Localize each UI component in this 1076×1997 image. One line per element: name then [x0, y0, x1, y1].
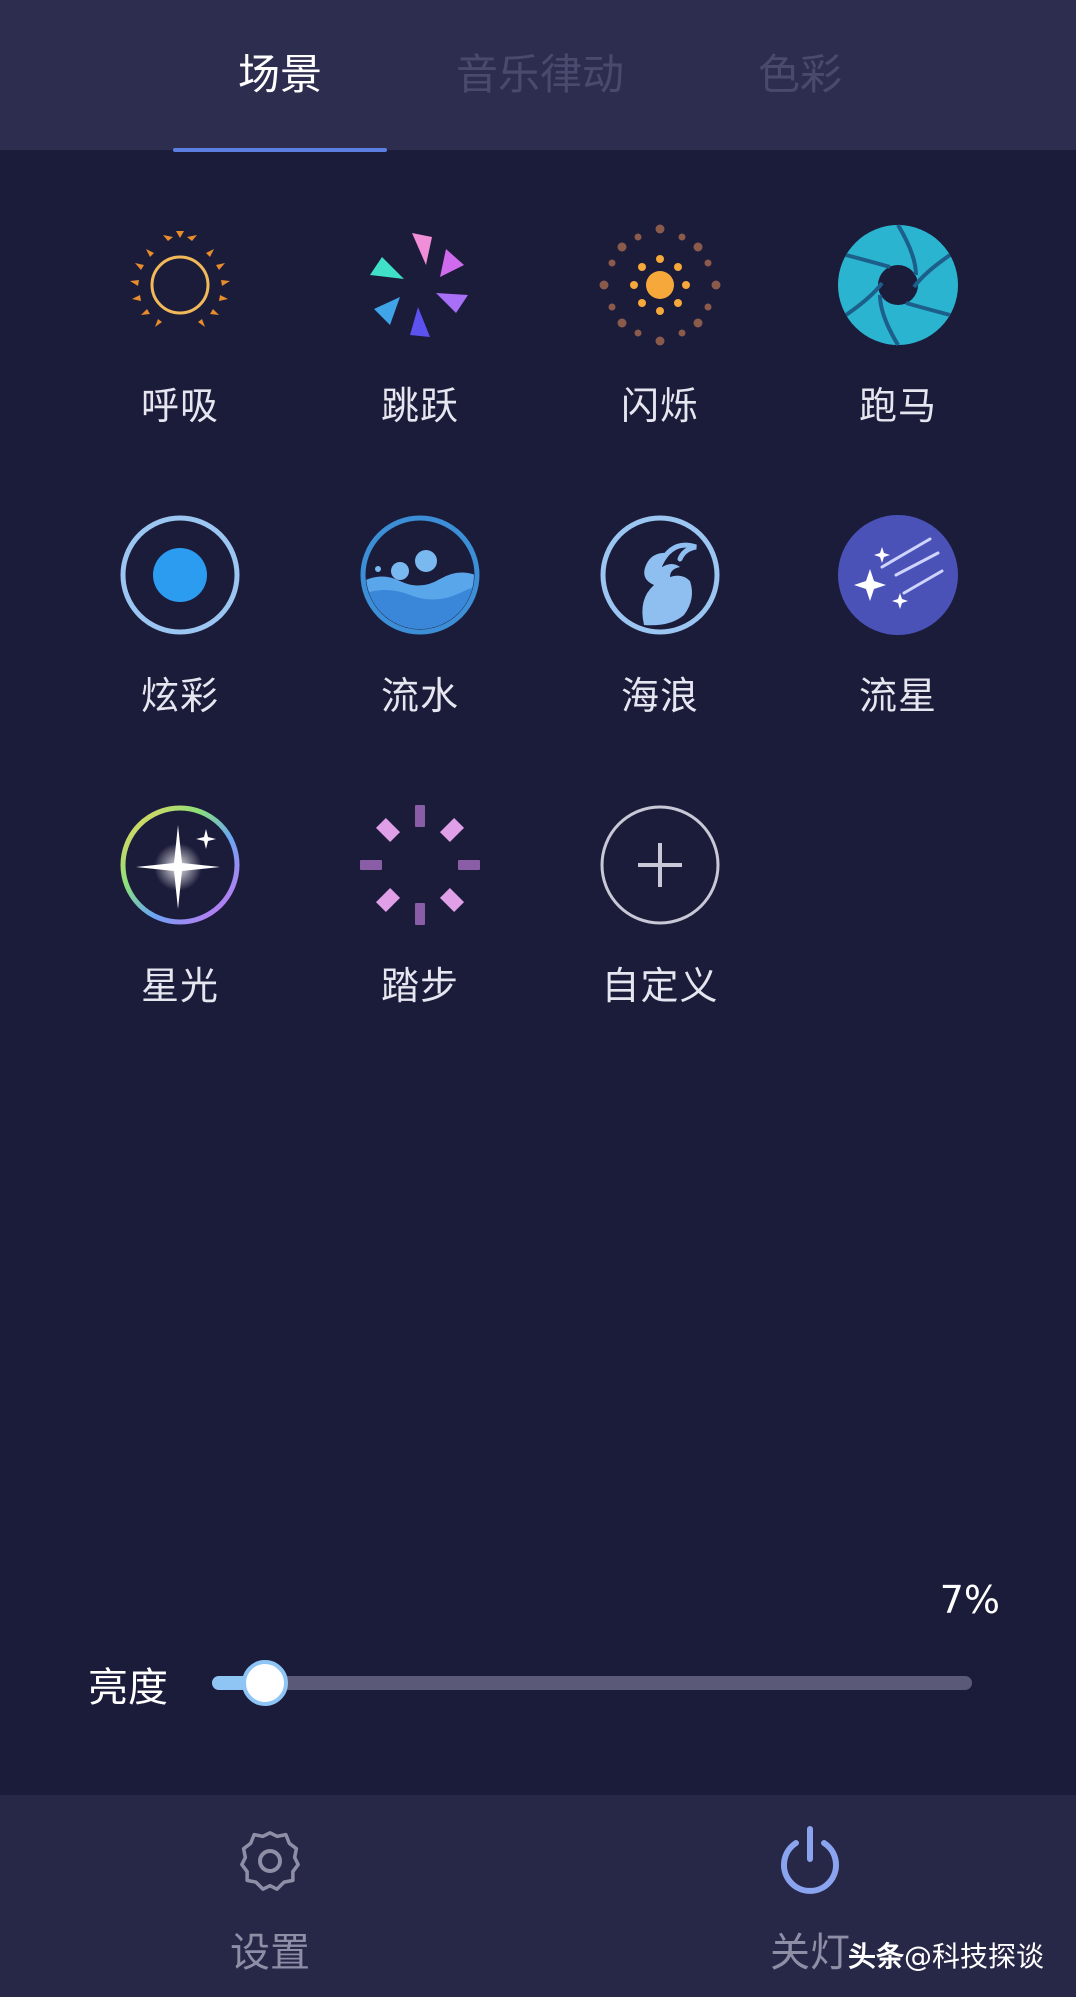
- scene-label: 踏步: [380, 964, 459, 1008]
- watermark: 头条@科技探谈: [848, 1935, 1044, 1975]
- scene-flowing-water[interactable]: 流水: [320, 515, 520, 745]
- scene-label: 自定义: [601, 964, 719, 1008]
- scene-label: 呼吸: [140, 384, 219, 428]
- scene-dazzle[interactable]: 炫彩: [80, 515, 280, 745]
- aperture-icon: [838, 223, 958, 347]
- sparkle-ring-icon: [120, 805, 240, 925]
- sun-burst-icon: [599, 224, 721, 346]
- scene-label: 流星: [858, 674, 937, 718]
- scene-breathe[interactable]: 呼吸: [80, 225, 280, 455]
- scene-jump[interactable]: 跳跃: [320, 225, 520, 455]
- scene-label: 流水: [380, 674, 459, 718]
- brightness-label: 亮度: [88, 1665, 168, 1711]
- tab-bar: 场景 音乐律动 色彩: [0, 0, 1076, 150]
- settings-button[interactable]: 设置: [170, 1825, 370, 1985]
- watermark-brand: 头条: [848, 1940, 905, 1973]
- tab-color[interactable]: 色彩: [730, 40, 870, 110]
- brightness-slider-thumb[interactable]: [242, 1660, 289, 1706]
- tab-music-rhythm[interactable]: 音乐律动: [440, 40, 640, 110]
- add-icon: [600, 805, 720, 925]
- scene-ocean-wave[interactable]: 海浪: [560, 515, 760, 745]
- dot-ring-icon: [120, 515, 240, 635]
- brightness-slider[interactable]: [212, 1660, 972, 1706]
- power-icon: [781, 1826, 839, 1894]
- watermark-account: @科技探谈: [904, 1940, 1045, 1973]
- scene-meteor[interactable]: 流星: [798, 515, 998, 745]
- water-waves-icon: [360, 515, 480, 635]
- scene-label: 星光: [140, 964, 219, 1008]
- scene-label: 炫彩: [140, 674, 219, 718]
- settings-label: 设置: [230, 1930, 310, 1976]
- ocean-wave-icon: [600, 515, 720, 635]
- gear-icon: [240, 1831, 300, 1891]
- colorful-pinwheel-icon: [370, 233, 468, 337]
- brightness-value: 7%: [939, 1578, 1000, 1622]
- tab-scene[interactable]: 场景: [200, 40, 360, 110]
- laurel-wreath-icon: [130, 231, 230, 327]
- scene-marquee[interactable]: 跑马: [798, 223, 998, 455]
- shooting-stars-icon: [838, 515, 958, 635]
- scene-step[interactable]: 踏步: [320, 805, 520, 1035]
- scene-label: 跳跃: [380, 384, 459, 428]
- active-tab-indicator: [173, 148, 387, 152]
- scene-starlight[interactable]: 星光: [80, 805, 280, 1035]
- scene-flash[interactable]: 闪烁: [560, 224, 760, 455]
- scene-custom[interactable]: 自定义: [560, 805, 760, 1035]
- scene-label: 海浪: [620, 674, 699, 718]
- scene-label: 闪烁: [620, 384, 699, 428]
- step-spinner-icon: [360, 805, 480, 925]
- scene-label: 跑马: [858, 384, 937, 428]
